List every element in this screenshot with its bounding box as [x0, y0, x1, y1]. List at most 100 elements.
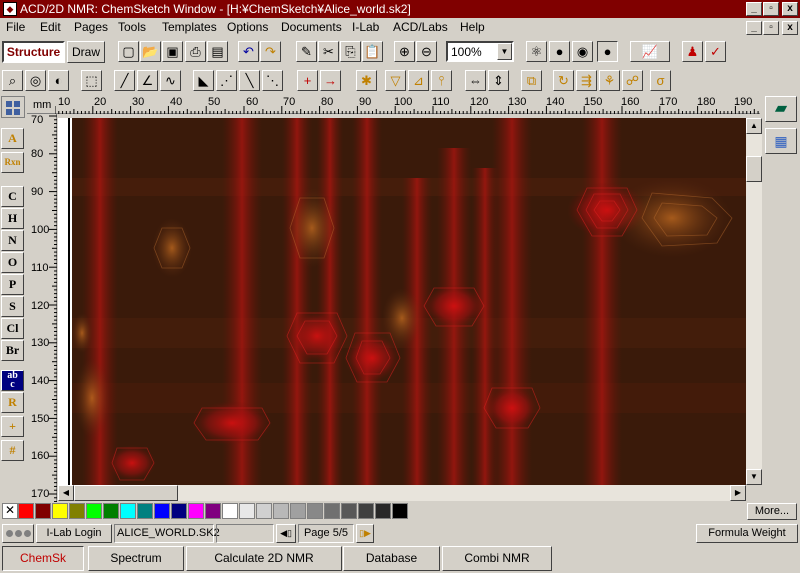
color-swatch[interactable]: [307, 503, 323, 519]
cut-icon[interactable]: ✂: [318, 41, 339, 62]
rotate-3d-icon[interactable]: ◎: [25, 70, 46, 91]
color-swatch[interactable]: [120, 503, 136, 519]
horizontal-scrollbar[interactable]: ◀ ▶: [58, 485, 746, 501]
scroll-down-icon[interactable]: ▼: [746, 469, 762, 485]
properties-icon[interactable]: σ: [650, 70, 671, 91]
color-swatch[interactable]: [392, 503, 408, 519]
spectrum-table-icon[interactable]: 📈: [630, 41, 670, 62]
atom-text-tool[interactable]: A: [1, 128, 24, 149]
flip-horizontal-icon[interactable]: ⇔: [465, 70, 486, 91]
rotate-icon[interactable]: ↻: [553, 70, 574, 91]
redo-icon[interactable]: ↷: [260, 41, 281, 62]
element-p[interactable]: P: [1, 274, 24, 295]
scroll-left-icon[interactable]: ◀: [58, 485, 74, 501]
zoom-out-icon[interactable]: ⊖: [416, 41, 437, 62]
color-swatch[interactable]: [69, 503, 85, 519]
menu-documents[interactable]: Documents: [281, 18, 342, 37]
doc-minimize-button[interactable]: _: [746, 21, 762, 35]
vertical-scrollbar[interactable]: ▲ ▼: [746, 118, 762, 485]
color-swatch[interactable]: [341, 503, 357, 519]
element-n[interactable]: N: [1, 230, 24, 251]
reaction-tool[interactable]: Rxn: [1, 152, 24, 173]
color-swatch[interactable]: [205, 503, 221, 519]
wedge-bond-icon[interactable]: ◣: [193, 70, 214, 91]
element-c[interactable]: C: [1, 186, 24, 207]
color-swatch[interactable]: [86, 503, 102, 519]
plus-tool[interactable]: +: [1, 416, 24, 437]
color-swatch[interactable]: [171, 503, 187, 519]
zigzag-chain-icon[interactable]: ∿: [160, 70, 181, 91]
menu-pages[interactable]: Pages: [74, 18, 108, 37]
element-br[interactable]: Br: [1, 340, 24, 361]
zoom-in-icon[interactable]: ⊕: [394, 41, 415, 62]
reaction-arrow-icon[interactable]: →: [320, 70, 341, 91]
plus-charge-icon[interactable]: +: [297, 70, 318, 91]
color-swatch[interactable]: [375, 503, 391, 519]
pencil-bond-icon[interactable]: ╱: [114, 70, 135, 91]
3d-viewer-icon[interactable]: ⚛: [526, 41, 547, 62]
color-swatch[interactable]: [324, 503, 340, 519]
prev-page-icon[interactable]: ◀▯: [276, 524, 296, 543]
color-swatch[interactable]: [239, 503, 255, 519]
paste-icon[interactable]: 📋: [362, 41, 383, 62]
color-swatch[interactable]: [154, 503, 170, 519]
clean-structure-icon[interactable]: ✱: [356, 70, 377, 91]
group-icon[interactable]: ⧉: [521, 70, 542, 91]
sphere-icon[interactable]: ●: [597, 41, 618, 62]
single-bond-icon[interactable]: ╲: [239, 70, 260, 91]
menu-edit[interactable]: Edit: [40, 18, 61, 37]
open-file-icon[interactable]: 📂: [140, 41, 161, 62]
3d-optimize-icon[interactable]: ●: [549, 41, 570, 62]
print-preview-icon[interactable]: ▤: [207, 41, 228, 62]
structure-mode-tab[interactable]: Structure: [2, 41, 65, 63]
menu-options[interactable]: Options: [227, 18, 268, 37]
draw-mode-tab[interactable]: Draw: [67, 41, 105, 63]
color-swatch[interactable]: [358, 503, 374, 519]
move-3d-icon[interactable]: ◐: [48, 70, 69, 91]
align-icon[interactable]: ⫯: [431, 70, 452, 91]
color-swatch[interactable]: [222, 503, 238, 519]
spectrum-button[interactable]: Spectrum: [88, 546, 184, 571]
element-s[interactable]: S: [1, 296, 24, 317]
chain-bond-icon[interactable]: ∠: [137, 70, 158, 91]
check-person-icon[interactable]: ✓: [705, 41, 726, 62]
next-page-icon[interactable]: ▯▶: [356, 524, 374, 543]
calculate-2d-nmr-button[interactable]: Calculate 2D NMR: [186, 546, 342, 571]
tautomer-icon[interactable]: ⚘: [599, 70, 620, 91]
scroll-right-icon[interactable]: ▶: [730, 485, 746, 501]
copy-icon[interactable]: ⎘: [340, 41, 361, 62]
vertical-scroll-thumb[interactable]: [746, 156, 762, 182]
color-swatch[interactable]: [273, 503, 289, 519]
zoom-select[interactable]: 100% ▼: [446, 41, 514, 62]
flip-vertical-icon[interactable]: ⇕: [488, 70, 509, 91]
combi-nmr-button[interactable]: Combi NMR: [442, 546, 552, 571]
hashed-bond-icon[interactable]: ⋰: [216, 70, 237, 91]
element-h[interactable]: H: [1, 208, 24, 229]
r-group-tool[interactable]: R: [1, 392, 24, 413]
canvas[interactable]: [58, 118, 746, 485]
select-frame-icon[interactable]: ⬚: [81, 70, 102, 91]
print-icon[interactable]: ⎙: [185, 41, 206, 62]
formula-weight-button[interactable]: Formula Weight: [696, 524, 798, 543]
color-swatch[interactable]: [103, 503, 119, 519]
no-color-icon[interactable]: ✕: [2, 503, 18, 519]
color-swatch[interactable]: [18, 503, 34, 519]
doc-restore-button[interactable]: ▫: [763, 21, 779, 35]
color-swatch[interactable]: [256, 503, 272, 519]
text-tool[interactable]: ab c: [1, 370, 24, 391]
flip-icon[interactable]: ▽: [385, 70, 406, 91]
horizontal-scroll-thumb[interactable]: [74, 485, 178, 501]
save-icon[interactable]: ▣: [162, 41, 183, 62]
menu-templates[interactable]: Templates: [162, 18, 217, 37]
minimize-button[interactable]: _: [746, 2, 762, 16]
new-page-icon[interactable]: ▢: [118, 41, 139, 62]
book-icon[interactable]: ▰: [765, 96, 797, 122]
eraser-icon[interactable]: ✎: [296, 41, 317, 62]
scroll-up-icon[interactable]: ▲: [746, 118, 762, 134]
calculate-icon[interactable]: ☍: [622, 70, 643, 91]
app-icon[interactable]: ◆: [3, 2, 17, 16]
more-colors-button[interactable]: More...: [747, 503, 797, 520]
color-swatch[interactable]: [52, 503, 68, 519]
color-swatch[interactable]: [290, 503, 306, 519]
chemsk-button[interactable]: ChemSk: [2, 546, 84, 571]
